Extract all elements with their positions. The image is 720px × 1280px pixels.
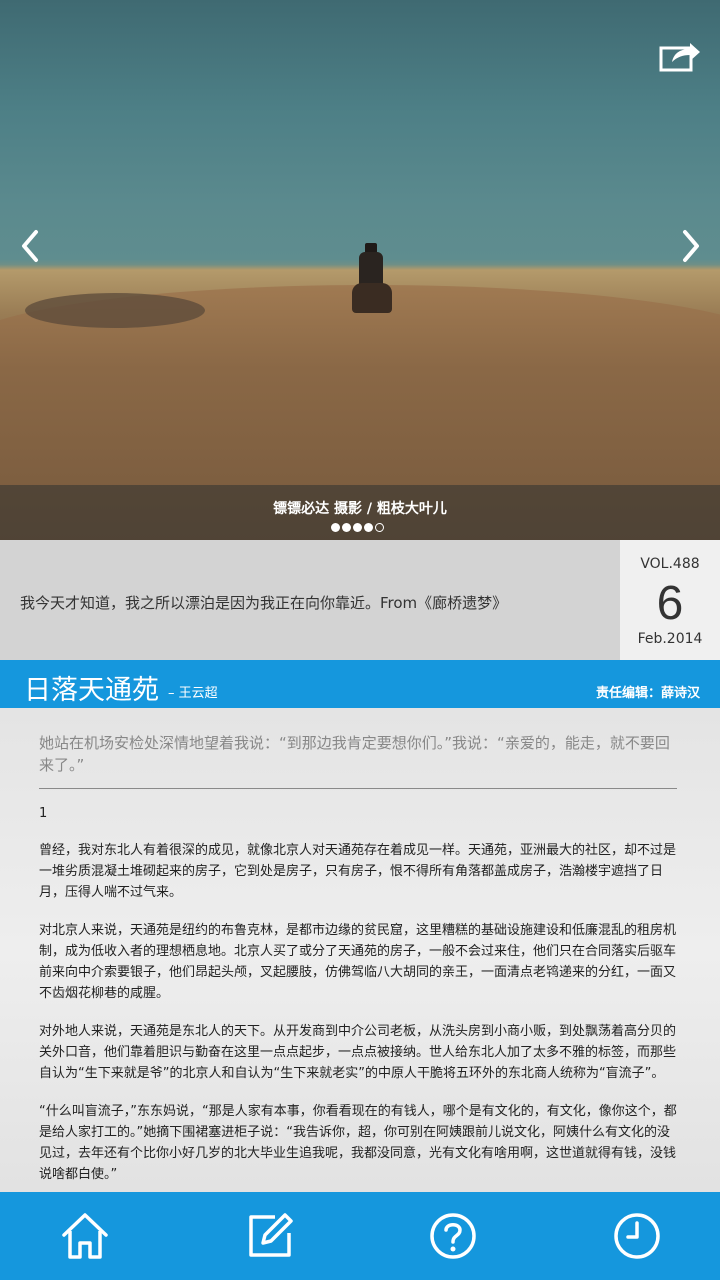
paragraph: “什么叫盲流子，”东东妈说，“那是人家有本事，你看看现在的有钱人，哪个是有文化的… [39, 1104, 677, 1182]
clock-icon[interactable] [612, 1211, 662, 1261]
chevron-left-icon[interactable] [16, 226, 46, 266]
slide-dot[interactable] [353, 523, 362, 532]
article-author: – 王云超 [168, 686, 218, 701]
article-lead: 她站在机场安检处深情地望着我说：“到那边我肯定要想你们。”我说：“亲爱的，能走，… [39, 734, 670, 774]
issue-month: Feb.2014 [637, 631, 703, 647]
paragraph: 对外地人来说，天通苑是东北人的天下。从开发商到中介公司老板，从洗头房到小商小贩，… [39, 1024, 677, 1081]
article-paragraphs: 曾经，我对东北人有着很深的成见，就像北京人对天通苑存在着成见一样。天通苑，亚洲最… [39, 840, 679, 1192]
lead-divider [39, 788, 677, 789]
paragraph: 曾经，我对东北人有着很深的成见，就像北京人对天通苑存在着成见一样。天通苑，亚洲最… [39, 843, 677, 900]
issue-date-box: VOL.488 6 Feb.2014 [620, 540, 720, 660]
bottom-nav [0, 1192, 720, 1280]
chevron-right-icon[interactable] [675, 226, 705, 266]
photo-caption: 镖镖必达 摄影 / 粗枝大叶儿 [273, 501, 447, 517]
article-title: 日落天通苑 [24, 675, 159, 706]
share-icon[interactable] [658, 40, 702, 74]
issue-day: 6 [656, 577, 684, 630]
edit-icon[interactable] [245, 1211, 295, 1261]
slide-indicator[interactable] [331, 523, 384, 533]
slide-dot[interactable] [375, 523, 384, 532]
section-number: 1 [39, 806, 48, 821]
article-title-bar: 日落天通苑 – 王云超 责任编辑：薛诗汉 [0, 660, 720, 708]
article-editor: 责任编辑：薛诗汉 [595, 686, 700, 701]
article-body[interactable]: 她站在机场安检处深情地望着我说：“到那边我肯定要想你们。”我说：“亲爱的，能走，… [0, 708, 720, 1192]
daily-quote: 我今天才知道，我之所以漂泊是因为我正在向你靠近。From《廊桥遗梦》 [20, 594, 508, 612]
hero-mound [25, 293, 205, 328]
issue-volume: VOL.488 [640, 556, 700, 572]
home-icon[interactable] [60, 1211, 110, 1261]
question-icon[interactable] [428, 1211, 478, 1261]
paragraph: 对北京人来说，天通苑是纽约的布鲁克林，是都市边缘的贫民窟，这里糟糕的基础设施建设… [39, 923, 677, 1001]
hero-rider [352, 243, 392, 313]
slide-dot[interactable] [364, 523, 373, 532]
slide-dot[interactable] [331, 523, 340, 532]
slide-dot[interactable] [342, 523, 351, 532]
hero-photo[interactable] [0, 0, 720, 540]
